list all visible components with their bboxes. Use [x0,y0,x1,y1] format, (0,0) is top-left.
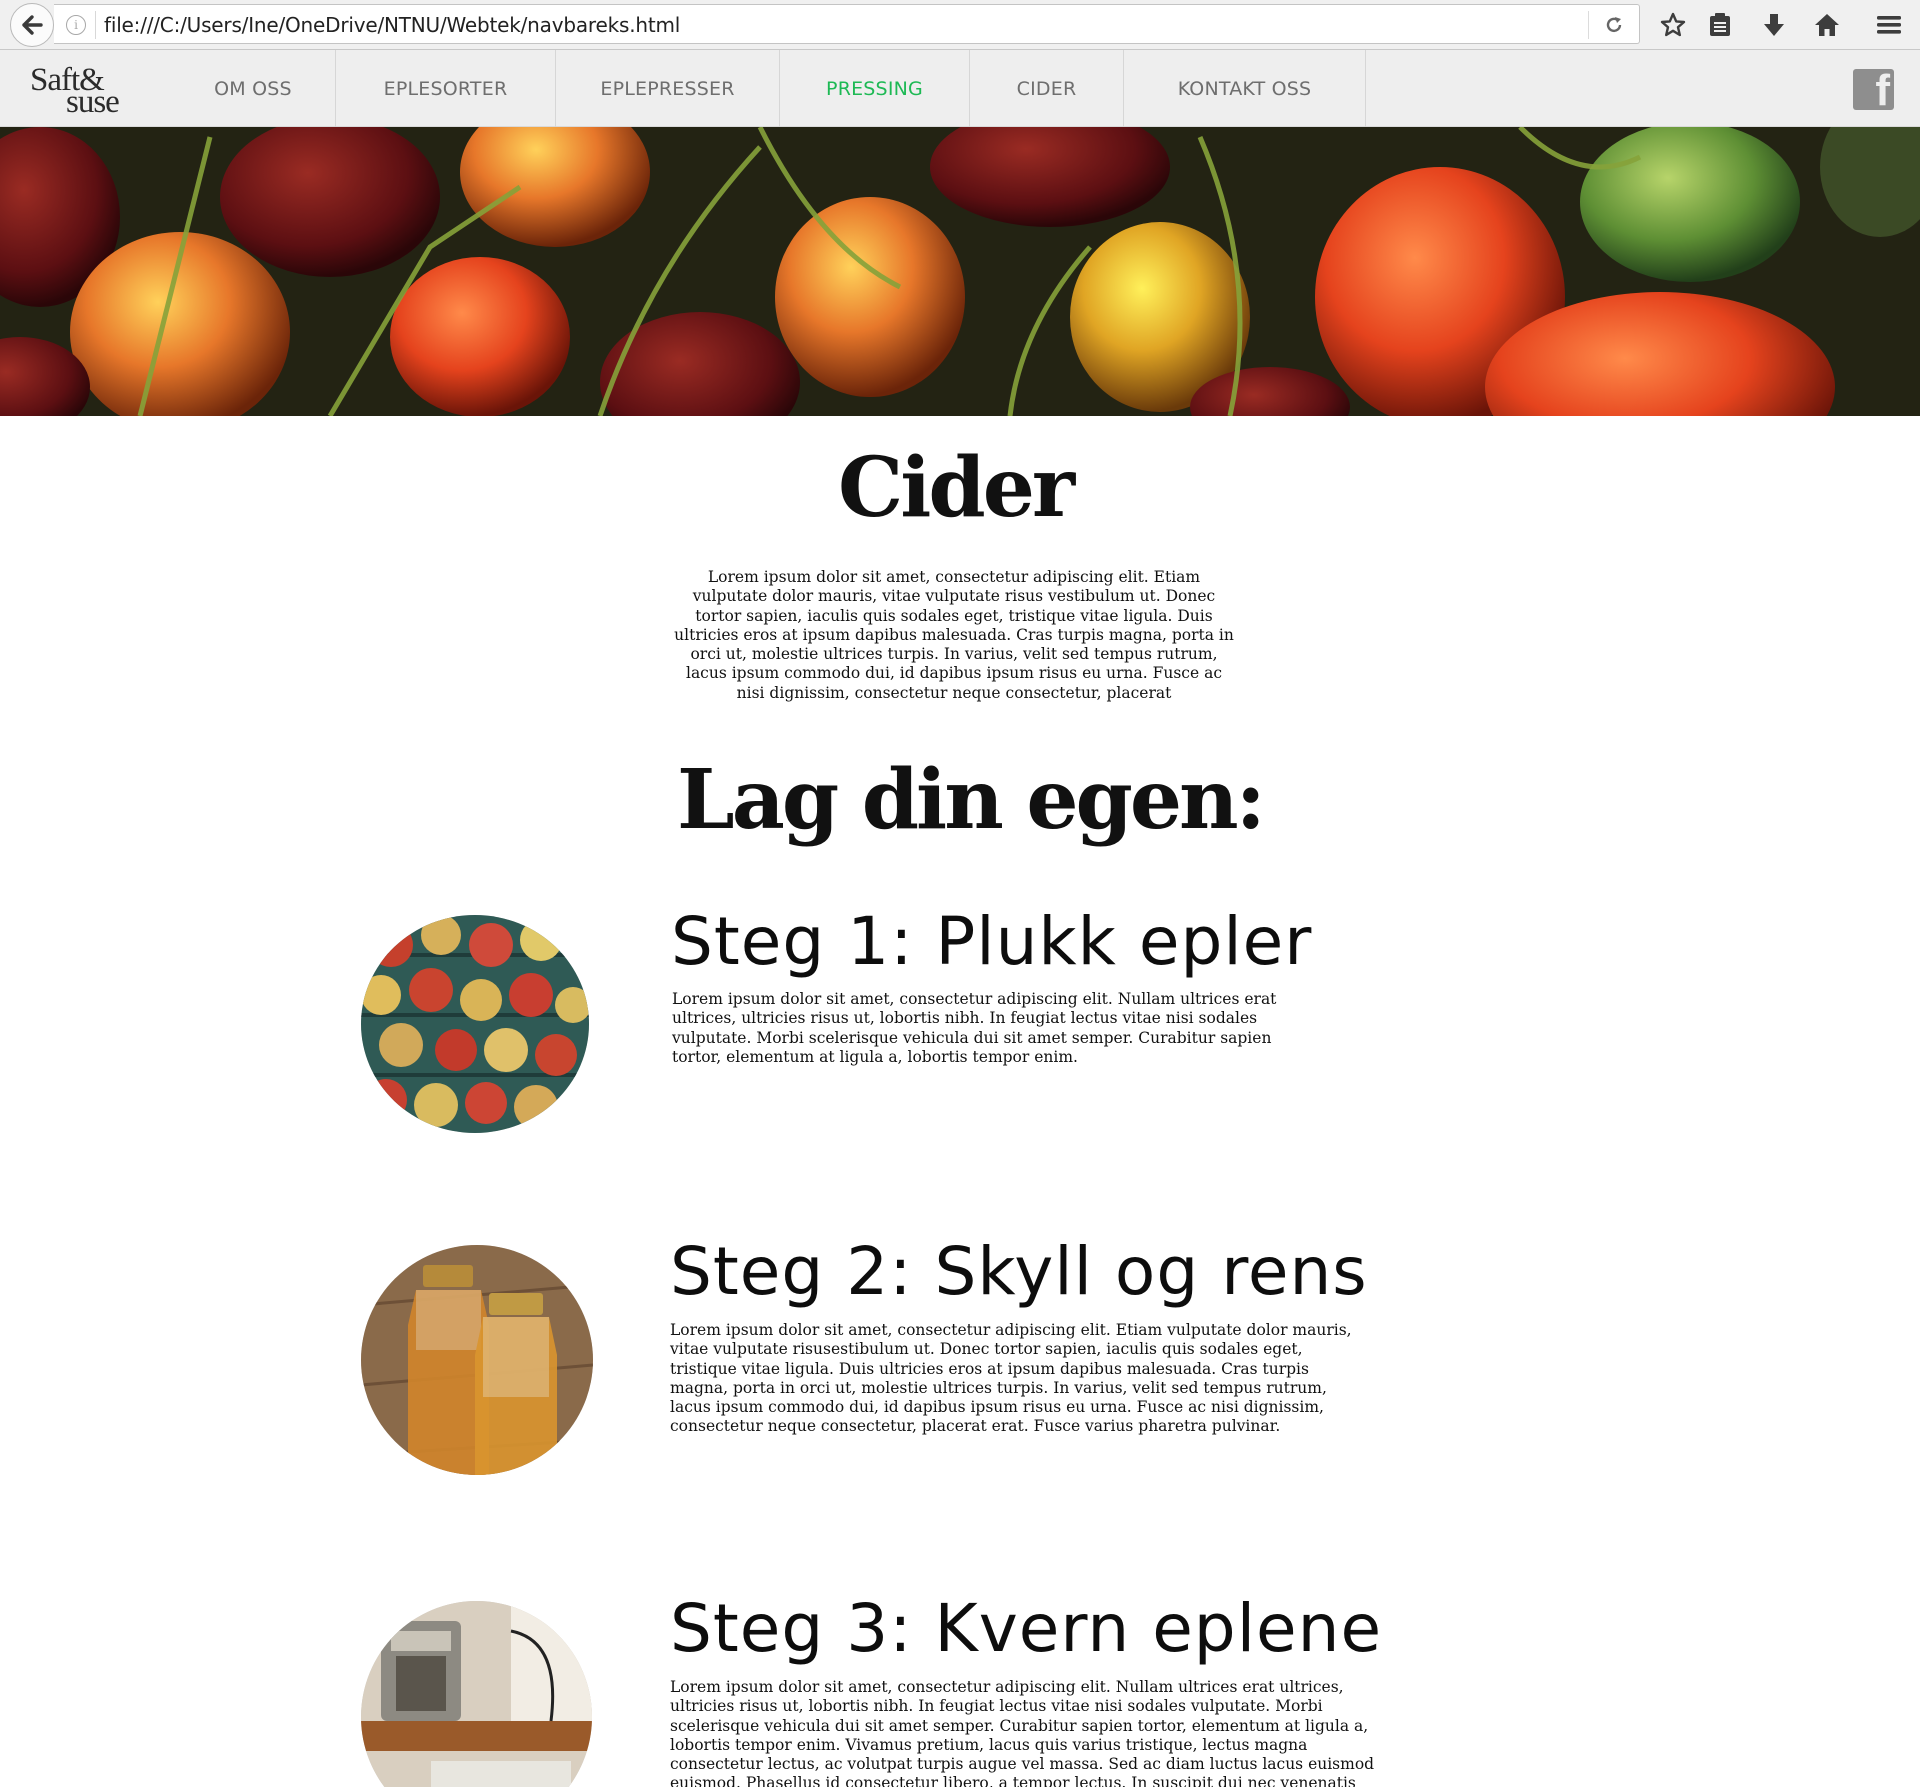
logo-line-2: suse [66,84,120,120]
step-1-title: Steg 1: Plukk epler [671,903,1313,980]
browser-toolbar: i file:///C:/Users/Ine/OneDrive/NTNU/Web… [0,0,1920,50]
facebook-icon[interactable]: f [1853,69,1894,110]
site-logo[interactable]: Saft& suse [28,62,138,120]
downloads-button[interactable] [1757,8,1791,42]
site-navbar: Saft& suse OM OSS EPLESORTER EPLEPRESSER… [0,50,1920,127]
url-bar[interactable]: i file:///C:/Users/Ine/OneDrive/NTNU/Web… [54,4,1640,44]
reload-separator [1588,11,1589,39]
cider-bottles-illustration [361,1245,593,1475]
step-2-title: Steg 2: Skyll og rens [670,1233,1368,1310]
nav-om-oss[interactable]: OM OSS [171,50,336,127]
step-2-text: Lorem ipsum dolor sit amet, consectetur … [670,1321,1352,1436]
nav-eplesorter[interactable]: EPLESORTER [336,50,556,127]
menu-button[interactable] [1872,8,1906,42]
step-3-text: Lorem ipsum dolor sit amet, consectetur … [670,1678,1375,1787]
section-subtitle: Lag din egen: [677,752,1266,848]
reload-icon [1606,17,1622,33]
step-1-text: Lorem ipsum dolor sit amet, consectetur … [672,990,1277,1066]
bookmark-star-button[interactable] [1656,8,1690,42]
apples-in-crate-illustration [361,915,589,1133]
hero-apples-image [0,127,1920,416]
url-text[interactable]: file:///C:/Users/Ine/OneDrive/NTNU/Webte… [104,13,680,37]
star-icon [1660,12,1686,37]
reload-button[interactable] [1601,13,1627,37]
page-title: Cider [837,440,1075,536]
step-2-image-cider-bottles [361,1245,593,1475]
step-3-title: Steg 3: Kvern eplene [670,1590,1383,1667]
nav-cider[interactable]: CIDER [970,50,1124,127]
nav-eplepresser[interactable]: EPLEPRESSER [556,50,780,127]
back-arrow-icon [22,15,43,35]
clipboard-icon [1710,13,1730,36]
download-arrow-icon [1764,14,1784,36]
hero-apples-illustration [0,127,1920,416]
nav-kontakt-oss[interactable]: KONTAKT OSS [1124,50,1366,127]
juicer-illustration [361,1601,592,1787]
step-3-image-juicer [361,1601,592,1787]
info-icon[interactable]: i [66,15,86,35]
reading-list-button[interactable] [1703,8,1737,42]
intro-paragraph: Lorem ipsum dolor sit amet, consectetur … [674,568,1234,702]
hamburger-menu-icon [1877,16,1901,34]
facebook-glyph: f [1875,69,1890,110]
home-icon [1815,14,1839,36]
nav-pressing[interactable]: PRESSING [780,50,970,127]
url-divider [95,11,96,39]
step-1-image-apples [361,915,589,1133]
back-button[interactable] [10,3,54,47]
home-button[interactable] [1810,8,1844,42]
